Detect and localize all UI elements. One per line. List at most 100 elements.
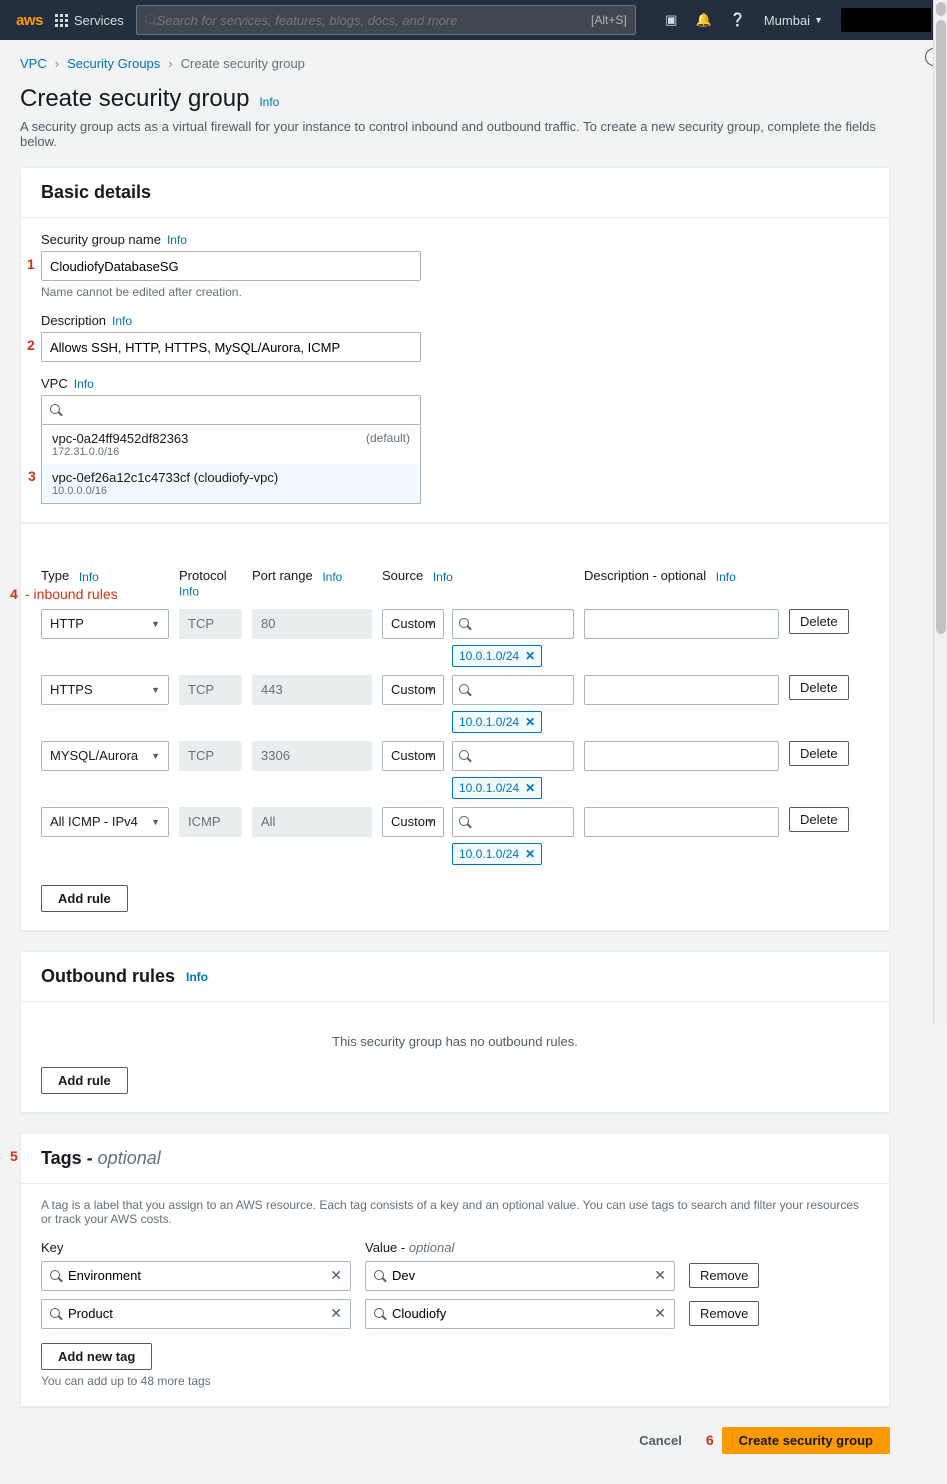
clear-icon[interactable]: ✕ <box>654 1267 666 1284</box>
search-icon <box>459 618 471 630</box>
vpc-option[interactable]: vpc-0a24ff9452df82363 (default) 172.31.0… <box>42 425 420 464</box>
clear-icon[interactable]: ✕ <box>330 1305 342 1322</box>
clear-icon[interactable]: ✕ <box>654 1305 666 1322</box>
rule-source-mode-select[interactable]: Custom <box>382 807 444 837</box>
basic-details-panel: Basic details 1 Security group name Info… <box>20 167 890 523</box>
rule-source-mode-select[interactable]: Custom <box>382 609 444 639</box>
cloudshell-icon[interactable]: ▣ <box>665 12 677 28</box>
desc-info-link[interactable]: Info <box>716 570 736 584</box>
create-security-group-button[interactable]: Create security group <box>722 1427 890 1454</box>
sg-name-info-link[interactable]: Info <box>167 233 187 247</box>
scrollbar-up-arrow[interactable] <box>936 2 946 16</box>
search-icon <box>459 684 471 696</box>
delete-rule-button[interactable]: Delete <box>789 807 849 832</box>
help-icon[interactable]: ❔ <box>730 12 746 28</box>
breadcrumb-vpc[interactable]: VPC <box>20 56 47 71</box>
description-label: Description <box>41 313 106 328</box>
remove-chip-icon[interactable]: ✕ <box>525 715 535 729</box>
add-tag-button[interactable]: Add new tag <box>41 1343 152 1370</box>
breadcrumb-current: Create security group <box>181 56 305 71</box>
services-menu-button[interactable]: Services <box>55 13 124 28</box>
sg-name-label: Security group name <box>41 232 161 247</box>
rule-source-mode-select[interactable]: Custom <box>382 741 444 771</box>
tag-key-input[interactable] <box>68 1268 324 1283</box>
vpc-label: VPC <box>41 376 68 391</box>
breadcrumb-security-groups[interactable]: Security Groups <box>67 56 160 71</box>
notifications-icon[interactable]: 🔔 <box>695 12 711 28</box>
tags-optional: optional <box>98 1148 161 1168</box>
protocol-info-link[interactable]: Info <box>179 585 199 599</box>
remove-chip-icon[interactable]: ✕ <box>525 649 535 663</box>
vpc-option-default: (default) <box>366 431 410 445</box>
description-info-link[interactable]: Info <box>112 314 132 328</box>
page-title: Create security group <box>20 85 249 113</box>
tag-value-label: Value - <box>365 1240 409 1255</box>
description-input[interactable] <box>41 332 421 362</box>
sg-name-input[interactable] <box>41 251 421 281</box>
add-outbound-rule-button[interactable]: Add rule <box>41 1067 128 1094</box>
vpc-search[interactable] <box>41 395 421 425</box>
outbound-info-link[interactable]: Info <box>186 970 208 984</box>
rule-source-search[interactable] <box>452 675 574 705</box>
scrollbar-thumb[interactable] <box>936 20 946 634</box>
remove-chip-icon[interactable]: ✕ <box>525 847 535 861</box>
rule-type-select[interactable]: All ICMP - IPv4 <box>41 807 169 837</box>
rule-source-chip: 10.0.1.0/24✕ <box>452 645 542 667</box>
add-rule-button[interactable]: Add rule <box>41 885 128 912</box>
title-info-link[interactable]: Info <box>259 95 279 109</box>
rule-type-select[interactable]: MYSQL/Aurora <box>41 741 169 771</box>
vertical-scrollbar[interactable] <box>933 0 947 1024</box>
search-input[interactable] <box>157 13 591 28</box>
rule-description-input[interactable] <box>584 675 779 705</box>
delete-rule-button[interactable]: Delete <box>789 609 849 634</box>
vpc-option[interactable]: 3 vpc-0ef26a12c1c4733cf (cloudiofy-vpc) … <box>42 464 420 503</box>
remove-chip-icon[interactable]: ✕ <box>525 781 535 795</box>
tag-key-input-wrap[interactable]: ✕ <box>41 1299 351 1329</box>
vpc-search-input[interactable] <box>68 403 412 418</box>
vpc-dropdown: vpc-0a24ff9452df82363 (default) 172.31.0… <box>41 425 421 504</box>
source-info-link[interactable]: Info <box>433 570 453 584</box>
tags-header: Tags - <box>41 1148 98 1168</box>
clear-icon[interactable]: ✕ <box>330 1267 342 1284</box>
rule-source-search[interactable] <box>452 609 574 639</box>
rule-port-field: 443 <box>252 675 372 705</box>
rule-description-input[interactable] <box>584 807 779 837</box>
rule-source-mode-select[interactable]: Custom <box>382 675 444 705</box>
cancel-button[interactable]: Cancel <box>623 1428 698 1453</box>
remove-tag-button[interactable]: Remove <box>689 1301 759 1326</box>
global-search[interactable]: [Alt+S] <box>136 5 636 35</box>
vpc-option-id: vpc-0ef26a12c1c4733cf (cloudiofy-vpc) <box>52 470 278 485</box>
delete-rule-button[interactable]: Delete <box>789 741 849 766</box>
account-menu[interactable] <box>841 8 931 32</box>
region-selector[interactable]: Mumbai ▼ <box>764 13 823 28</box>
rule-source-search[interactable] <box>452 807 574 837</box>
delete-rule-button[interactable]: Delete <box>789 675 849 700</box>
tag-key-input-wrap[interactable]: ✕ <box>41 1261 351 1291</box>
vpc-info-link[interactable]: Info <box>74 377 94 391</box>
rule-description-input[interactable] <box>584 609 779 639</box>
tag-key-label: Key <box>41 1240 351 1255</box>
tag-value-input-wrap[interactable]: ✕ <box>365 1261 675 1291</box>
rule-type-select[interactable]: HTTP <box>41 609 169 639</box>
outbound-empty-text: This security group has no outbound rule… <box>41 1016 869 1067</box>
remove-tag-button[interactable]: Remove <box>689 1263 759 1288</box>
rule-type-select[interactable]: HTTPS <box>41 675 169 705</box>
col-type-label: Type <box>41 568 69 583</box>
rule-source-chip: 10.0.1.0/24✕ <box>452 711 542 733</box>
inbound-rule-row: All ICMP - IPv4 ICMP All Custom 10.0.1.0… <box>41 807 869 865</box>
page-subtitle: A security group acts as a virtual firew… <box>20 119 890 149</box>
port-info-link[interactable]: Info <box>322 570 342 584</box>
search-icon <box>50 1308 62 1320</box>
tag-value-input-wrap[interactable]: ✕ <box>365 1299 675 1329</box>
tag-key-input[interactable] <box>68 1306 324 1321</box>
rule-source-chip: 10.0.1.0/24✕ <box>452 777 542 799</box>
annotation-3: 3 <box>28 468 36 484</box>
aws-logo: aws <box>16 12 43 29</box>
rule-description-input[interactable] <box>584 741 779 771</box>
type-info-link[interactable]: Info <box>79 570 99 584</box>
tag-row: ✕ ✕ Remove <box>41 1299 869 1329</box>
tag-value-input[interactable] <box>392 1306 648 1321</box>
rule-source-search[interactable] <box>452 741 574 771</box>
tag-value-input[interactable] <box>392 1268 648 1283</box>
search-icon <box>459 750 471 762</box>
